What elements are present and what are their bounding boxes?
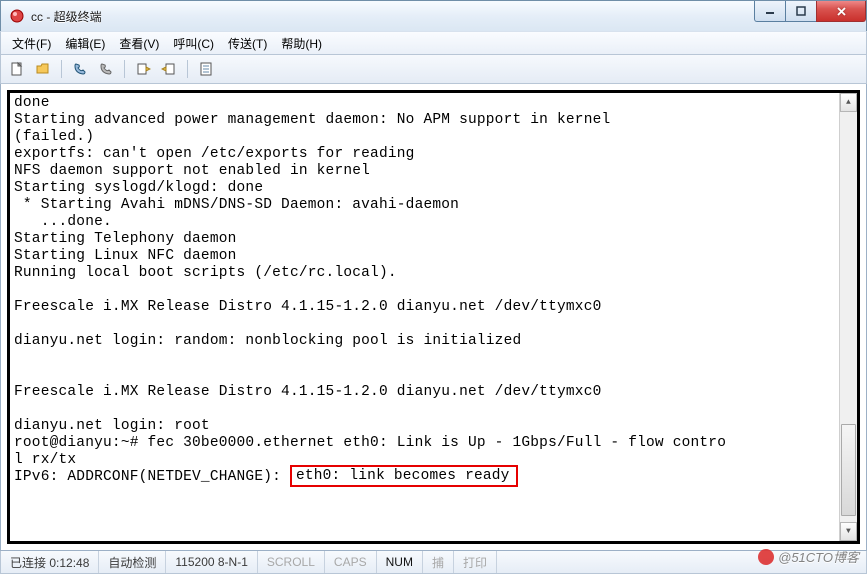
menu-edit[interactable]: 编辑(E) (58, 32, 112, 55)
minimize-button[interactable] (754, 1, 786, 22)
statusbar: 已连接 0:12:48 自动检测 115200 8-N-1 SCROLL CAP… (0, 551, 867, 574)
menu-transfer[interactable]: 传送(T) (221, 32, 274, 55)
ipv6-prefix: IPv6: ADDRCONF(NETDEV_CHANGE): (14, 469, 290, 485)
new-doc-icon[interactable] (7, 59, 27, 79)
status-caps: CAPS (325, 551, 377, 573)
scroll-down-button[interactable]: ▼ (840, 522, 857, 541)
scroll-track[interactable] (840, 112, 857, 522)
phone-connect-icon[interactable] (70, 59, 90, 79)
properties-icon[interactable] (196, 59, 216, 79)
window-buttons (755, 1, 866, 31)
menu-call[interactable]: 呼叫(C) (166, 32, 221, 55)
status-scroll: SCROLL (258, 551, 325, 573)
receive-file-icon[interactable] (159, 59, 179, 79)
watermark-text: @51CTO博客 (778, 547, 859, 566)
window-titlebar: cc - 超级终端 (0, 0, 867, 31)
menubar: 文件(F) 编辑(E) 查看(V) 呼叫(C) 传送(T) 帮助(H) (0, 31, 867, 55)
status-num: NUM (377, 551, 423, 573)
status-detect: 自动检测 (99, 551, 166, 573)
menu-file[interactable]: 文件(F) (5, 32, 58, 55)
scroll-up-button[interactable]: ▲ (840, 93, 857, 112)
link-ready-highlight: eth0: link becomes ready (290, 465, 518, 487)
window-title: cc - 超级终端 (31, 8, 755, 25)
watermark-icon (758, 549, 774, 565)
maximize-button[interactable] (785, 1, 817, 22)
scroll-thumb[interactable] (841, 424, 856, 516)
send-file-icon[interactable] (133, 59, 153, 79)
open-folder-icon[interactable] (33, 59, 53, 79)
status-capture: 捕 (423, 551, 454, 573)
terminal-scrollbar[interactable]: ▲ ▼ (839, 93, 857, 541)
terminal-last-line: IPv6: ADDRCONF(NETDEV_CHANGE): eth0: lin… (14, 465, 518, 487)
close-button[interactable] (816, 1, 866, 22)
menu-help[interactable]: 帮助(H) (274, 32, 329, 55)
app-icon (9, 8, 25, 24)
toolbar (0, 55, 867, 84)
menu-view[interactable]: 查看(V) (112, 32, 166, 55)
terminal-output[interactable]: done Starting advanced power management … (7, 90, 860, 544)
toolbar-divider (187, 60, 188, 78)
status-connected: 已连接 0:12:48 (1, 551, 99, 573)
watermark: @51CTO博客 (758, 547, 859, 566)
status-port: 115200 8-N-1 (166, 551, 258, 573)
toolbar-divider (124, 60, 125, 78)
toolbar-divider (61, 60, 62, 78)
phone-disconnect-icon[interactable] (96, 59, 116, 79)
status-print: 打印 (454, 551, 497, 573)
client-area: done Starting advanced power management … (0, 84, 867, 551)
